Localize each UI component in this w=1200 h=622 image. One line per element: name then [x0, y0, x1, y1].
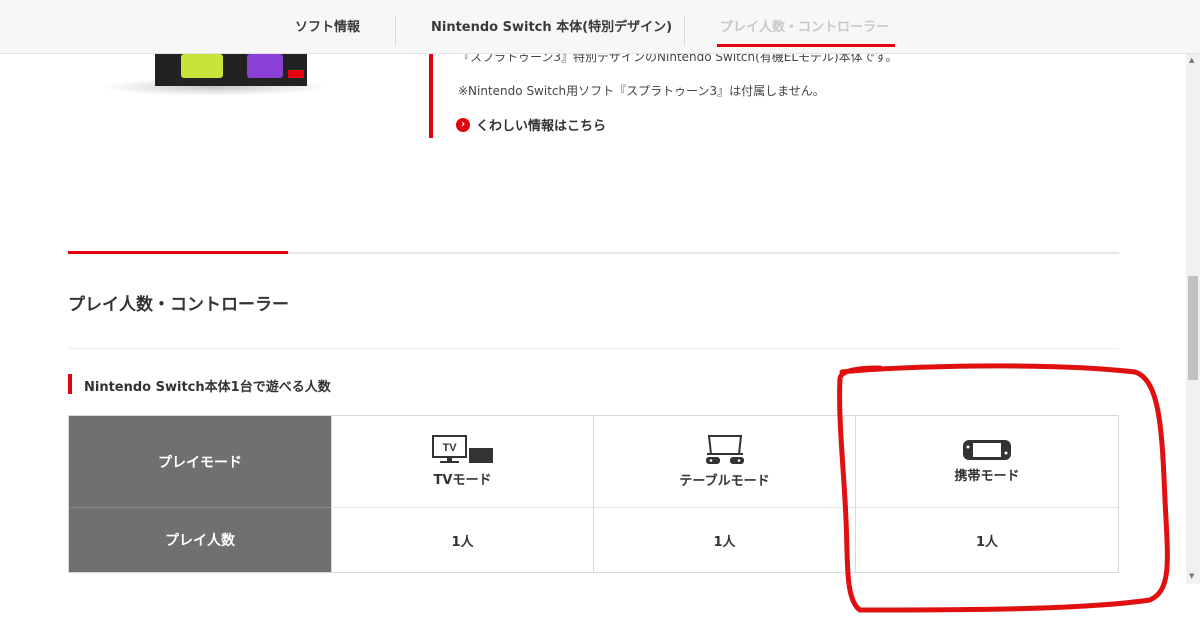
neon-purple-joycon — [247, 54, 283, 78]
mode-label-tabletop: テーブルモード — [679, 474, 770, 489]
mode-cell-tabletop: テーブルモード — [594, 416, 855, 507]
nav-divider — [395, 16, 396, 46]
mode-label-handheld: 携帯モード — [954, 469, 1020, 484]
neon-yellow-joycon — [181, 54, 223, 78]
subtitle-accent-bar — [68, 374, 72, 394]
table-row-divider — [69, 507, 331, 508]
mode-cell-handheld: 携帯モード — [856, 416, 1118, 507]
section-tab-nav: ソフト情報 Nintendo Switch 本体(特別デザイン) プレイ人数・コ… — [0, 0, 1200, 54]
section-title: プレイ人数・コントローラー — [68, 295, 289, 315]
active-tab-underline — [717, 44, 895, 47]
mode-label-tv: TVモード — [433, 473, 492, 488]
row-header-players: プレイ人数 — [69, 508, 331, 572]
section-divider-accent — [68, 251, 288, 254]
scrollbar-thumb[interactable] — [1188, 276, 1198, 380]
tab-software-info[interactable]: ソフト情報 — [295, 0, 360, 54]
more-info-link-label: くわしい情報はこちら — [476, 119, 607, 134]
row-header-play-mode: プレイモード — [69, 416, 331, 507]
handheld-mode-icon — [963, 440, 1011, 460]
play-modes-table: プレイモード プレイ人数 TV TVモード テーブルモード 携帯モード 1人 1… — [68, 415, 1119, 573]
scroll-up-icon[interactable]: ▲ — [1189, 56, 1194, 64]
more-info-link[interactable]: › くわしい情報はこちら — [456, 115, 606, 134]
tv-mode-icon: TV — [431, 435, 493, 463]
section-subtitle: Nintendo Switch本体1台で遊べる人数 — [84, 380, 331, 395]
players-tabletop: 1人 — [713, 534, 736, 550]
svg-text:TV: TV — [442, 442, 457, 454]
description-accent-bar — [429, 54, 433, 138]
section-title-divider — [68, 348, 1119, 349]
tab-console-special-design[interactable]: Nintendo Switch 本体(特別デザイン) — [431, 0, 672, 54]
product-description-line2: ※Nintendo Switch用ソフト『スプラトゥーン3』は付属しません。 — [458, 84, 825, 98]
players-tv: 1人 — [451, 534, 474, 550]
scroll-down-icon[interactable]: ▼ — [1189, 572, 1194, 580]
mode-cell-tv: TV TVモード — [332, 416, 593, 507]
players-handheld: 1人 — [975, 534, 999, 550]
chevron-right-icon: › — [456, 117, 470, 132]
page-scrollbar[interactable]: ▲ ▼ — [1186, 54, 1200, 584]
product-box-tag — [288, 70, 304, 78]
tabletop-mode-icon — [705, 435, 744, 464]
nav-divider — [684, 16, 685, 46]
